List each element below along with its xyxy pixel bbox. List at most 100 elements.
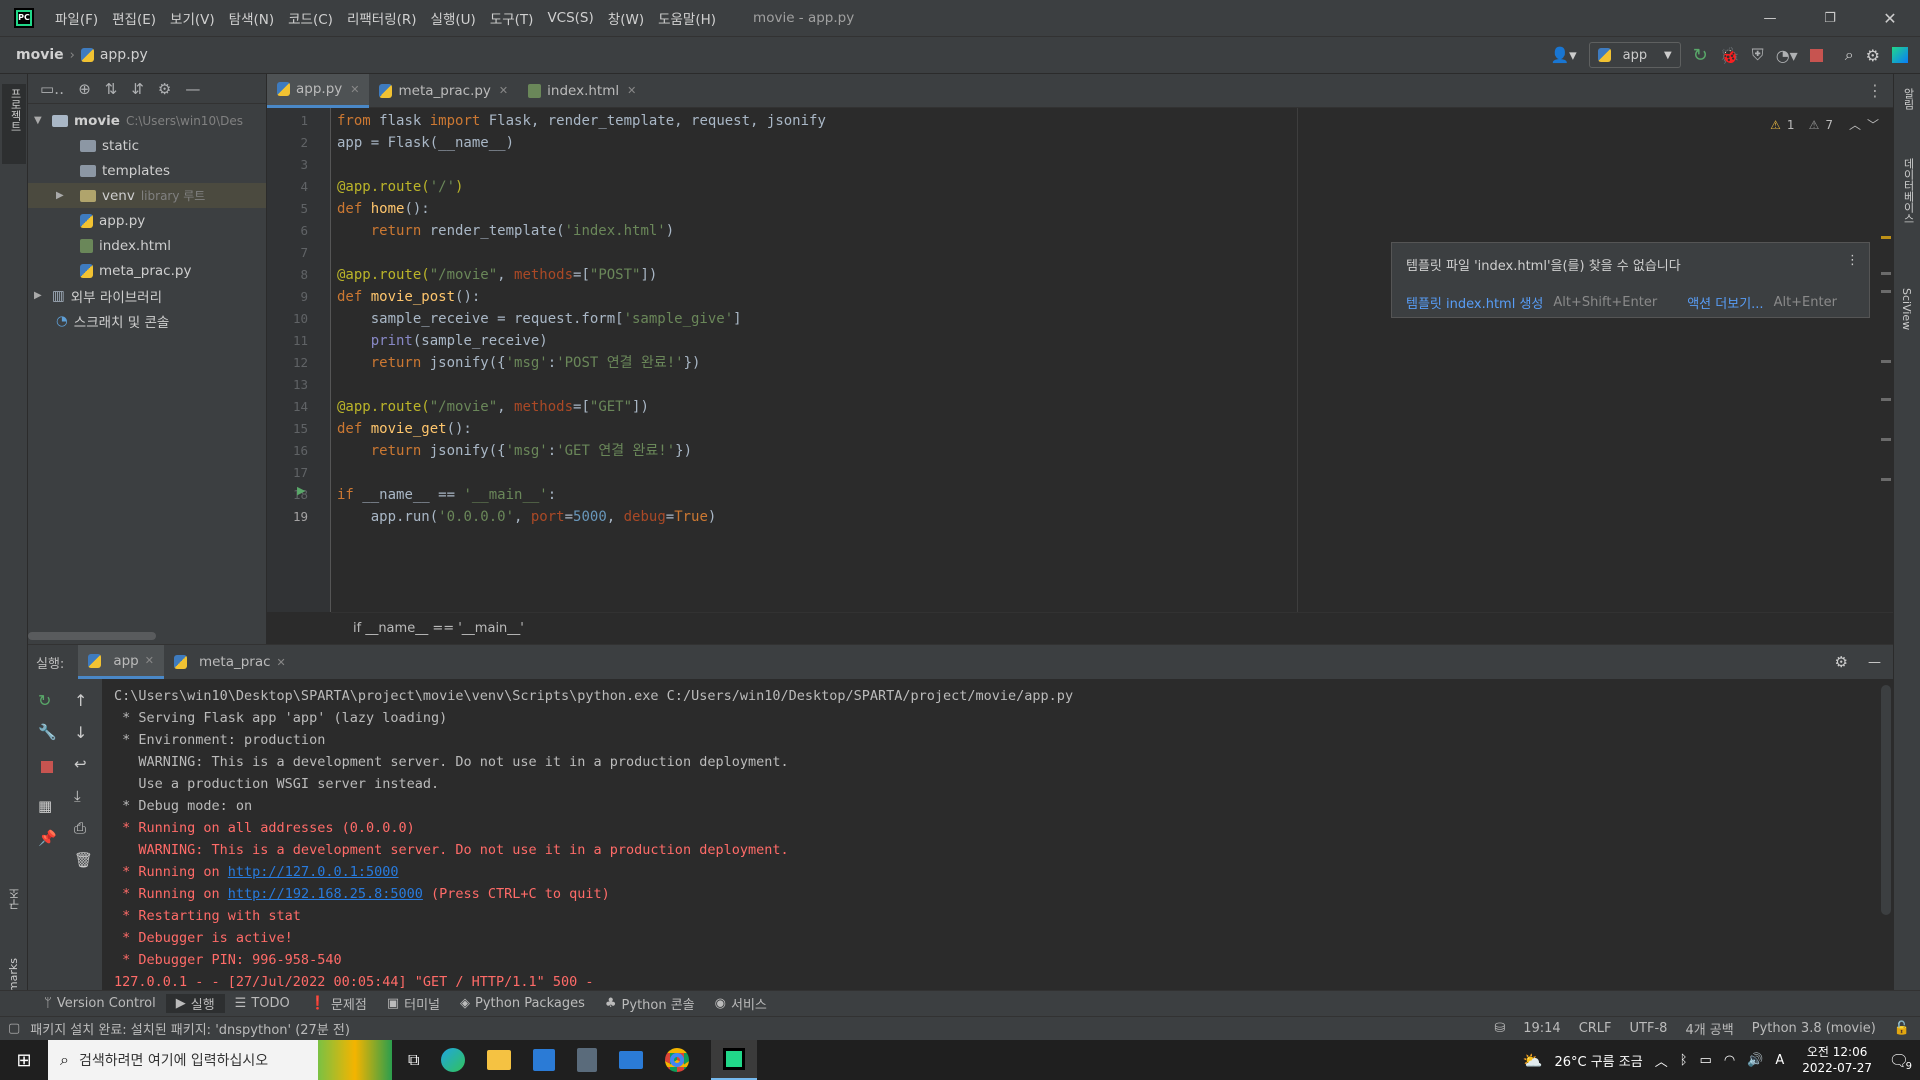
code-area[interactable]: from flask import Flask, render_template… [337, 108, 1337, 528]
tree-item-templates[interactable]: templates [28, 158, 266, 183]
structure-tool-button[interactable]: 구조 [2, 884, 26, 944]
menu-help[interactable]: 도움말(H) [651, 8, 723, 28]
localhost-link[interactable]: http://127.0.0.1:5000 [228, 864, 399, 880]
tree-item-scratches[interactable]: ◔ 스크래치 및 콘솔 [28, 308, 266, 333]
code-line[interactable]: def home(): [337, 198, 1337, 220]
menu-run[interactable]: 실행(U) [424, 8, 483, 28]
tab-python-console[interactable]: ♣ Python 콘솔 [595, 994, 705, 1013]
code-line[interactable]: if __name__ == '__main__': [337, 484, 1337, 506]
tab-meta-prac-py[interactable]: meta_prac.py ✕ [369, 74, 518, 108]
gear-icon[interactable]: ⚙ [1866, 46, 1880, 65]
print-icon[interactable]: ⎙ [74, 819, 86, 837]
taskbar-clock[interactable]: 오전 12:06 2022-07-27 [1802, 1044, 1872, 1076]
rerun-icon[interactable]: ↻ [1693, 45, 1708, 66]
sciview-tool-button[interactable]: SciView [1896, 284, 1918, 364]
store-icon[interactable] [533, 1049, 556, 1071]
caret-position[interactable]: 19:14 [1523, 1021, 1560, 1036]
tab-app-py[interactable]: app.py ✕ [267, 73, 370, 108]
tree-item-app-py[interactable]: app.py [28, 208, 266, 233]
tab-index-html[interactable]: index.html ✕ [518, 74, 646, 108]
menu-vcs[interactable]: VCS(S) [540, 10, 600, 26]
wifi-icon[interactable]: ◠ [1724, 1053, 1735, 1068]
hide-icon[interactable]: — [185, 80, 200, 98]
code-line[interactable]: def movie_post(): [337, 286, 1337, 308]
user-icon[interactable]: 👤▾ [1550, 46, 1576, 64]
pycharm-taskbar-icon[interactable] [711, 1040, 758, 1080]
menu-refactor[interactable]: 리팩터링(R) [340, 8, 424, 28]
close-icon[interactable]: ✕ [1860, 9, 1920, 28]
create-template-action[interactable]: 템플릿 index.html 생성 [1406, 293, 1543, 312]
notifications-tool-button[interactable]: 알림 [1896, 84, 1918, 144]
windows-start-icon[interactable]: ⊞ [0, 1050, 48, 1071]
menu-window[interactable]: 창(W) [601, 8, 651, 28]
tab-terminal[interactable]: ▣ 터미널 [377, 994, 450, 1013]
run-tab-app[interactable]: app ✕ [78, 645, 164, 679]
status-message[interactable]: 패키지 설치 완료: 설치된 패키지: 'dnspython' (27분 전) [30, 1019, 350, 1038]
menu-code[interactable]: 코드(C) [281, 8, 340, 28]
chrome-icon[interactable] [665, 1048, 690, 1072]
console-output[interactable]: C:\Users\win10\Desktop\SPARTA\project\mo… [114, 679, 1874, 993]
expand-all-icon[interactable]: ⇅ [105, 80, 118, 98]
tab-todo[interactable]: ☰ TODO [225, 996, 300, 1011]
tray-expand-icon[interactable]: ︿ [1655, 1051, 1668, 1070]
soft-wrap-icon[interactable]: ↩ [74, 755, 87, 773]
chevron-up-icon[interactable]: ︿ [1849, 116, 1861, 133]
menu-file[interactable]: 파일(F) [48, 8, 105, 28]
code-line[interactable]: app = Flask(__name__) [337, 132, 1337, 154]
search-icon[interactable]: ⌕ [1845, 45, 1854, 65]
trash-icon[interactable]: 🗑 [74, 851, 93, 869]
tree-item-static[interactable]: static [28, 133, 266, 158]
up-arrow-icon[interactable]: ↑ [74, 691, 87, 710]
ime-icon[interactable]: A [1775, 1053, 1784, 1068]
code-line[interactable]: @app.route("/movie", methods=["POST"]) [337, 264, 1337, 286]
breadcrumb-file[interactable]: app.py [100, 47, 148, 63]
code-line[interactable]: @app.route('/') [337, 176, 1337, 198]
editor-breadcrumb[interactable]: if __name__ == '__main__' [353, 621, 524, 636]
weather-icon[interactable]: ⛅ [1523, 1051, 1543, 1070]
code-line[interactable] [337, 242, 1337, 264]
close-tab-icon[interactable]: ✕ [627, 84, 636, 97]
status-layout-icon[interactable]: ▢ [8, 1021, 20, 1036]
locate-icon[interactable]: ⊕ [78, 80, 91, 98]
code-line[interactable]: @app.route("/movie", methods=["GET"]) [337, 396, 1337, 418]
code-line[interactable]: app.run('0.0.0.0', port=5000, debug=True… [337, 506, 1337, 528]
code-line[interactable] [337, 154, 1337, 176]
tree-item-venv[interactable]: ▶ venv library 루트 [28, 183, 266, 208]
volume-icon[interactable]: 🔊 [1747, 1053, 1763, 1068]
down-arrow-icon[interactable]: ↓ [74, 723, 87, 742]
run-gutter-icon[interactable]: ▶ [297, 484, 305, 497]
code-line[interactable]: return jsonify({'msg':'GET 연결 완료!'}) [337, 440, 1337, 462]
chevron-down-icon[interactable]: ﹀ [1867, 116, 1879, 133]
stop-icon[interactable] [1809, 48, 1823, 62]
tree-item-external-libraries[interactable]: ▶ ▥ 외부 라이브러리 [28, 283, 266, 308]
code-line[interactable]: def movie_get(): [337, 418, 1337, 440]
close-tab-icon[interactable]: ✕ [350, 83, 359, 96]
shared-indexes-icon[interactable]: ⛁ [1494, 1021, 1505, 1036]
close-tab-icon[interactable]: ✕ [499, 84, 508, 97]
hide-panel-icon[interactable]: — [1868, 655, 1881, 670]
restore-icon[interactable]: ❐ [1800, 11, 1860, 26]
python-interpreter[interactable]: Python 3.8 (movie) [1752, 1021, 1876, 1036]
tree-item-meta-prac-py[interactable]: meta_prac.py [28, 258, 266, 283]
menu-view[interactable]: 보기(V) [163, 8, 222, 28]
battery-icon[interactable]: ▭ [1700, 1053, 1712, 1068]
layout-icon[interactable]: ▦ [38, 797, 52, 815]
task-view-icon[interactable]: ⧉ [408, 1050, 419, 1070]
edge-icon[interactable] [441, 1048, 466, 1072]
indent-setting[interactable]: 4개 공백 [1685, 1019, 1733, 1038]
profile-icon[interactable]: ◔▾ [1776, 46, 1798, 65]
horizontal-scrollbar[interactable] [28, 632, 156, 640]
code-line[interactable]: from flask import Flask, render_template… [337, 110, 1337, 132]
menu-edit[interactable]: 편집(E) [105, 8, 163, 28]
more-options-icon[interactable]: ⋮ [1867, 81, 1883, 100]
tree-item-index-html[interactable]: index.html [28, 233, 266, 258]
weather-text[interactable]: 26°C 구름 조금 [1554, 1051, 1642, 1070]
code-line[interactable]: sample_receive = request.form['sample_gi… [337, 308, 1337, 330]
collapse-all-icon[interactable]: ⇵ [131, 80, 144, 98]
jetbrains-toolbox-icon[interactable] [1892, 47, 1908, 63]
tab-version-control[interactable]: ᛘ Version Control [34, 996, 166, 1011]
close-tab-icon[interactable]: ✕ [145, 654, 154, 667]
taskbar-search-box[interactable]: ⌕ 검색하려면 여기에 입력하십시오 [48, 1040, 392, 1080]
file-explorer-icon[interactable] [487, 1050, 512, 1070]
menu-navigate[interactable]: 탐색(N) [222, 8, 281, 28]
